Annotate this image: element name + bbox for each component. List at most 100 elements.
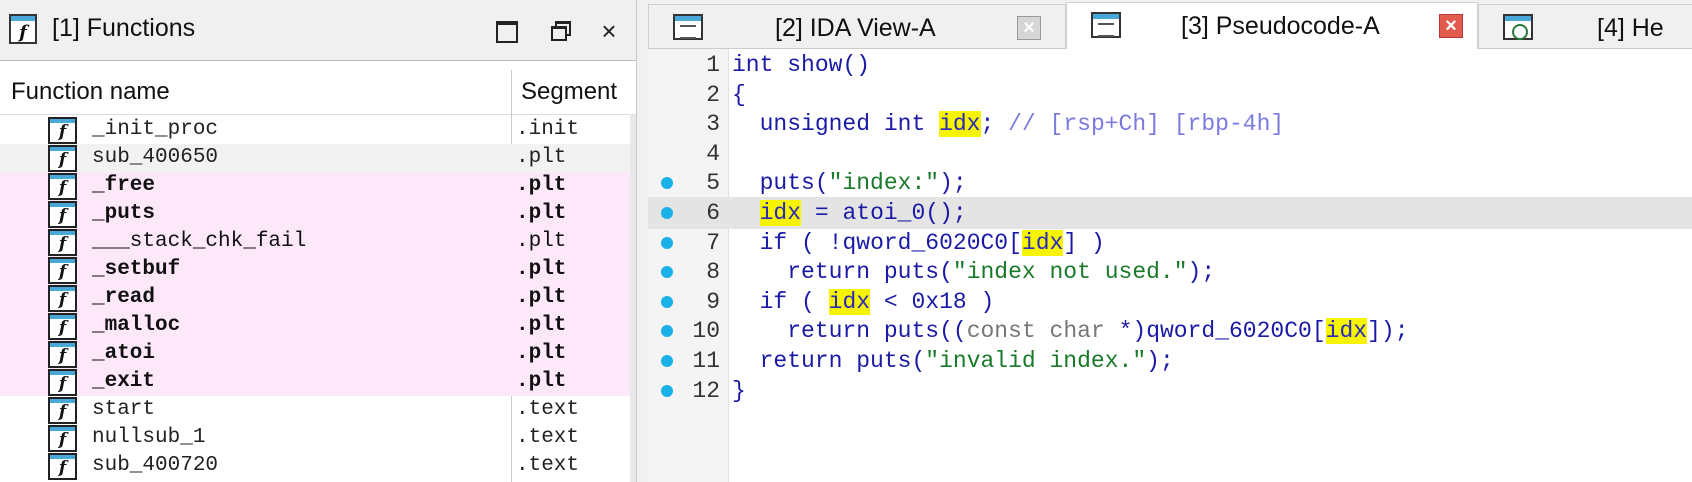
function-segment: .init <box>516 118 580 141</box>
line-number: 5 <box>706 170 720 197</box>
function-icon: f <box>48 453 77 480</box>
close-icon[interactable]: × <box>596 18 622 44</box>
code-line[interactable]: 6 idx = atoi_0(); <box>648 197 1692 229</box>
function-row[interactable]: f nullsub_1 .text <box>0 424 636 452</box>
functions-list: f _init_proc .init f sub_400650 .plt f _free .pl… <box>0 116 636 480</box>
function-icon: f <box>48 425 77 452</box>
function-icon: f <box>48 397 77 424</box>
code-text: idx = atoi_0(); <box>759 200 967 226</box>
tab-label: [3] Pseudocode-A <box>1181 12 1380 40</box>
line-number: 1 <box>706 52 720 78</box>
function-row[interactable]: f _free .plt <box>0 172 636 200</box>
functions-titlebar[interactable]: f [1] Functions × <box>0 0 636 61</box>
functions-column-header: Function name Segment <box>0 70 636 115</box>
function-segment: .plt <box>516 286 567 309</box>
function-segment: .plt <box>516 202 567 225</box>
function-name: _puts <box>92 202 156 225</box>
tab-pseudocode-a[interactable]: [3] Pseudocode-A × <box>1066 2 1478 49</box>
function-name: _exit <box>92 370 156 393</box>
function-segment: .text <box>516 454 580 477</box>
function-name: _free <box>92 174 156 197</box>
function-name: sub_400650 <box>92 146 219 169</box>
code-text: return puts("index not used."); <box>787 259 1216 286</box>
code-text: { <box>732 81 746 108</box>
code-text: if ( idx < 0x18 ) <box>759 288 995 315</box>
line-number: 4 <box>706 140 720 167</box>
function-icon: f <box>48 257 77 284</box>
function-icon: f <box>48 285 77 312</box>
tab-ida-view-a[interactable]: [2] IDA View-A × <box>648 4 1066 48</box>
code-text: return puts("invalid index."); <box>759 348 1174 374</box>
code-line[interactable]: 3 unsigned int idx; // [rsp+Ch] [rbp-4h] <box>648 108 1692 140</box>
function-icon: f <box>48 369 77 396</box>
tab-close-icon[interactable]: × <box>1439 14 1463 38</box>
function-icon: f <box>48 117 77 144</box>
function-row[interactable]: f _init_proc .init <box>0 116 636 144</box>
function-name: _setbuf <box>92 258 181 281</box>
code-line[interactable]: 10 return puts((const char *)qword_6020C… <box>648 315 1692 347</box>
function-row[interactable]: f start .text <box>0 396 636 424</box>
functions-title: [1] Functions <box>52 14 196 42</box>
pseudocode-icon <box>1091 12 1121 38</box>
function-segment: .plt <box>516 314 567 337</box>
hex-view-icon <box>1503 14 1533 40</box>
function-segment: .plt <box>516 342 567 365</box>
function-row[interactable]: f _setbuf .plt <box>0 256 636 284</box>
function-row[interactable]: f sub_400720 .text <box>0 452 636 480</box>
maximize-icon[interactable] <box>493 18 519 44</box>
function-name: nullsub_1 <box>92 426 206 449</box>
code-line[interactable]: 9 if ( idx < 0x18 ) <box>648 286 1692 318</box>
line-number: 10 <box>692 318 720 345</box>
function-row[interactable]: f _atoi .plt <box>0 340 636 368</box>
function-segment: .text <box>516 398 580 421</box>
code-line[interactable]: 1 int show() <box>648 49 1692 81</box>
line-number: 11 <box>692 348 720 374</box>
line-number: 8 <box>706 259 720 286</box>
code-line[interactable]: 8 return puts("index not used."); <box>648 256 1692 288</box>
line-number: 9 <box>706 288 720 315</box>
function-segment: .plt <box>516 370 567 393</box>
function-icon: f <box>9 14 37 44</box>
function-icon: f <box>48 173 77 200</box>
functions-panel: f [1] Functions × Function name Segment … <box>0 0 637 482</box>
tab-label: [2] IDA View-A <box>775 14 936 42</box>
function-icon: f <box>48 229 77 256</box>
float-window-icon[interactable] <box>548 18 574 44</box>
tab-bar: [2] IDA View-A × [3] Pseudocode-A × [4] … <box>648 0 1692 49</box>
function-name: _atoi <box>92 342 156 365</box>
functions-scrollbar[interactable] <box>630 114 636 482</box>
function-icon: f <box>48 313 77 340</box>
pseudocode-view[interactable]: 1 int show() 2{3 unsigned int idx; // [rsp… <box>648 49 1692 482</box>
function-row[interactable]: f _puts .plt <box>0 200 636 228</box>
column-function-name[interactable]: Function name <box>11 78 170 106</box>
column-segment[interactable]: Segment <box>521 78 617 106</box>
code-line[interactable]: 4 <box>648 138 1692 170</box>
code-line[interactable]: 2{ <box>648 79 1692 111</box>
line-number: 2 <box>706 81 720 108</box>
function-row[interactable]: f ___stack_chk_fail .plt <box>0 228 636 256</box>
code-line[interactable]: 11 return puts("invalid index."); <box>648 345 1692 377</box>
code-text: if ( !qword_6020C0[idx] ) <box>759 229 1105 256</box>
line-number: 3 <box>706 111 720 138</box>
tab-label: [4] He <box>1597 14 1664 42</box>
code-line[interactable]: 5 puts("index:"); <box>648 167 1692 199</box>
function-row[interactable]: f sub_400650 .plt <box>0 144 636 172</box>
function-icon: f <box>48 201 77 228</box>
function-row[interactable]: f _malloc .plt <box>0 312 636 340</box>
function-segment: .plt <box>516 174 567 197</box>
tab-close-icon[interactable]: × <box>1017 16 1041 40</box>
code-text: } <box>732 377 746 404</box>
code-line[interactable]: 7 if ( !qword_6020C0[idx] ) <box>648 227 1692 259</box>
function-row[interactable]: f _read .plt <box>0 284 636 312</box>
tab-hex-view[interactable]: [4] He <box>1478 4 1692 48</box>
function-segment: .plt <box>516 146 567 169</box>
function-icon: f <box>48 145 77 172</box>
function-segment: .text <box>516 426 580 449</box>
code-text: unsigned int idx; // [rsp+Ch] [rbp-4h] <box>759 111 1285 138</box>
code-text: int show() <box>732 52 871 78</box>
function-segment: .plt <box>516 230 567 253</box>
code-line[interactable]: 12} <box>648 375 1692 407</box>
function-name: _malloc <box>92 314 181 337</box>
function-icon: f <box>48 341 77 368</box>
function-row[interactable]: f _exit .plt <box>0 368 636 396</box>
